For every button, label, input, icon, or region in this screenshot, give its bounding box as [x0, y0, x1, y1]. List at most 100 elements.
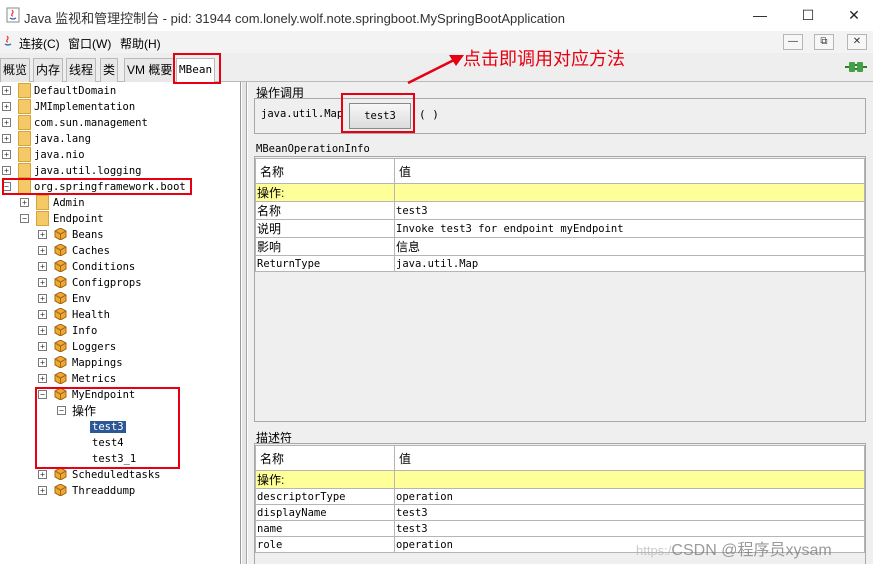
- java-menu-icon[interactable]: [2, 34, 14, 49]
- group-value: [394, 183, 865, 202]
- row-key: descriptorType: [255, 488, 395, 505]
- tab-vm-summary[interactable]: VM 概要: [124, 58, 176, 82]
- mbean-icon: [54, 484, 67, 496]
- expand-icon[interactable]: +: [38, 470, 47, 479]
- menu-window[interactable]: 窗口(W): [68, 35, 111, 52]
- tree-node-domain[interactable]: java.util.logging: [34, 163, 141, 179]
- expand-icon[interactable]: +: [38, 294, 47, 303]
- menu-help[interactable]: 帮助(H): [120, 35, 161, 52]
- tree-node-bean[interactable]: Caches: [72, 243, 110, 259]
- tab-memory[interactable]: 内存: [33, 58, 64, 82]
- title-bar: Java 监视和管理控制台 - pid: 31944 com.lonely.wo…: [0, 0, 873, 31]
- watermark: https:/CSDN @程序员xysam: [636, 536, 832, 560]
- mbean-icon: [54, 260, 67, 272]
- expand-icon[interactable]: +: [38, 310, 47, 319]
- row-value: Invoke test3 for endpoint myEndpoint: [394, 219, 865, 238]
- tab-threads[interactable]: 线程: [66, 58, 97, 82]
- row-key: 名称: [255, 201, 395, 220]
- tree-node-bean[interactable]: Loggers: [72, 339, 116, 355]
- expand-icon[interactable]: +: [2, 166, 11, 175]
- operation-info-table: 名称 值 操作: 名称 test3 说明 Invoke test3 for en…: [255, 158, 865, 272]
- mbean-icon: [54, 356, 67, 368]
- table-row[interactable]: name test3: [255, 520, 865, 537]
- expand-icon[interactable]: +: [38, 230, 47, 239]
- expand-icon[interactable]: +: [2, 102, 11, 111]
- mbean-icon: [54, 228, 67, 240]
- close-button[interactable]: ✕: [834, 4, 873, 26]
- row-value: test3: [394, 520, 865, 537]
- table-row[interactable]: displayName test3: [255, 504, 865, 521]
- tree-node-bean[interactable]: Scheduledtasks: [72, 467, 161, 483]
- column-header-value: 值: [394, 158, 865, 184]
- expand-icon[interactable]: +: [38, 278, 47, 287]
- table-group-row: 操作:: [255, 470, 865, 489]
- tree-node-domain[interactable]: JMImplementation: [34, 99, 135, 115]
- split-pane-divider[interactable]: [242, 82, 247, 564]
- annotation-box-mbean-tab: [173, 53, 221, 84]
- menu-connection[interactable]: 连接(C): [19, 35, 60, 52]
- tree-node-bean[interactable]: Health: [72, 307, 110, 323]
- collapse-icon[interactable]: −: [20, 214, 29, 223]
- row-key: role: [255, 536, 395, 553]
- tree-node-bean[interactable]: Threaddump: [72, 483, 135, 499]
- tree-node-admin[interactable]: Admin: [53, 195, 85, 211]
- tree-node-bean[interactable]: Metrics: [72, 371, 116, 387]
- tree-node-bean[interactable]: Conditions: [72, 259, 135, 275]
- tree-node-endpoint[interactable]: Endpoint: [53, 211, 104, 227]
- row-value: test3: [394, 201, 865, 220]
- mbean-details-panel: 操作调用 java.util.Map test3 ( ) MBeanOperat…: [248, 82, 873, 564]
- mbean-icon: [54, 324, 67, 336]
- folder-icon: [36, 195, 49, 210]
- folder-icon: [18, 147, 31, 162]
- mdi-restore-button[interactable]: ⧉: [814, 34, 834, 50]
- tree-node-domain[interactable]: DefaultDomain: [34, 83, 116, 99]
- table-row[interactable]: descriptorType operation: [255, 488, 865, 505]
- mbean-icon: [54, 372, 67, 384]
- table-row[interactable]: 影响 信息: [255, 237, 865, 256]
- mbean-icon: [54, 244, 67, 256]
- expand-icon[interactable]: +: [2, 134, 11, 143]
- row-value: java.util.Map: [394, 255, 865, 272]
- row-key: 说明: [255, 219, 395, 238]
- tree-node-domain[interactable]: java.nio: [34, 147, 85, 163]
- expand-icon[interactable]: +: [2, 118, 11, 127]
- column-header-value: 值: [394, 445, 865, 471]
- expand-icon[interactable]: +: [20, 198, 29, 207]
- maximize-button[interactable]: ☐: [788, 4, 828, 26]
- expand-icon[interactable]: +: [38, 486, 47, 495]
- tree-node-domain[interactable]: java.lang: [34, 131, 91, 147]
- mdi-minimize-button[interactable]: —: [783, 34, 803, 50]
- tree-node-bean[interactable]: Configprops: [72, 275, 142, 291]
- expand-icon[interactable]: +: [38, 246, 47, 255]
- mbean-icon: [54, 340, 67, 352]
- mbean-icon: [54, 292, 67, 304]
- tab-overview[interactable]: 概览: [0, 58, 31, 82]
- expand-icon[interactable]: +: [2, 86, 11, 95]
- operation-return-type: java.util.Map: [261, 108, 344, 120]
- table-row[interactable]: 说明 Invoke test3 for endpoint myEndpoint: [255, 219, 865, 238]
- watermark-text: CSDN @程序员xysam: [671, 542, 832, 559]
- expand-icon[interactable]: +: [38, 374, 47, 383]
- tab-classes[interactable]: 类: [100, 58, 119, 82]
- expand-icon[interactable]: +: [38, 358, 47, 367]
- annotation-box-myendpoint: [35, 387, 180, 469]
- minimize-button[interactable]: —: [740, 4, 780, 26]
- folder-icon: [18, 115, 31, 130]
- tree-node-bean[interactable]: Info: [72, 323, 97, 339]
- expand-icon[interactable]: +: [38, 342, 47, 351]
- annotation-arrow-icon: [407, 55, 464, 85]
- tree-node-domain[interactable]: com.sun.management: [34, 115, 148, 131]
- table-row[interactable]: 名称 test3: [255, 201, 865, 220]
- table-row[interactable]: ReturnType java.util.Map: [255, 255, 865, 272]
- mdi-close-button[interactable]: ✕: [847, 34, 867, 50]
- expand-icon[interactable]: +: [38, 326, 47, 335]
- annotation-box-invoke-button: [341, 93, 415, 133]
- mbean-icon: [54, 308, 67, 320]
- group-value: [394, 470, 865, 489]
- expand-icon[interactable]: +: [2, 150, 11, 159]
- tree-node-bean[interactable]: Env: [72, 291, 91, 307]
- tree-node-bean[interactable]: Beans: [72, 227, 104, 243]
- tree-node-bean[interactable]: Mappings: [72, 355, 123, 371]
- group-label: 操作:: [255, 183, 395, 202]
- expand-icon[interactable]: +: [38, 262, 47, 271]
